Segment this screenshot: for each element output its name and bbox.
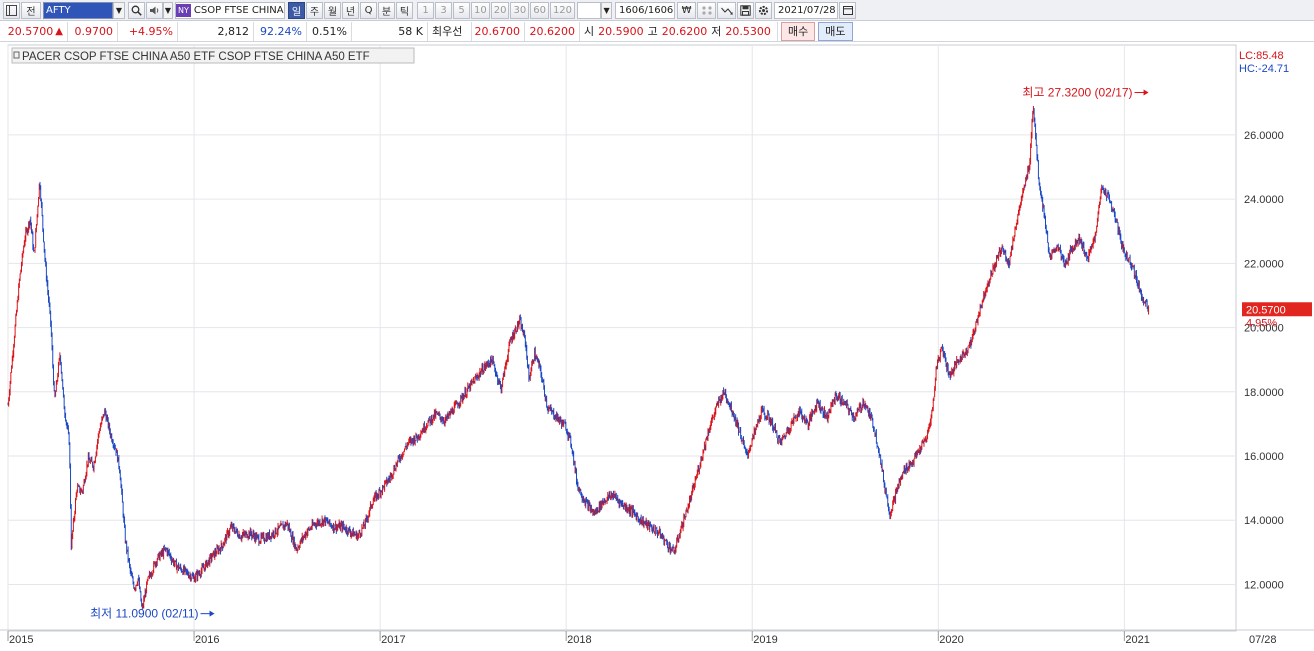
x-tick-label: 2019 [753,634,777,646]
interval-custom-input[interactable] [577,1,602,19]
current-price: 20.5700 ▲ [0,21,68,41]
high-annotation: 최고 27.3200 (02/17) [1022,86,1132,100]
instrument-name-box: NY CSOP FTSE CHINA [175,1,285,19]
best-ask: 20.6700 [472,21,525,41]
y-tick-label: 26.0000 [1244,130,1284,142]
layout-icon[interactable] [3,1,20,19]
low-label: 저 [711,25,722,38]
y-tick-label: 14.0000 [1244,515,1284,527]
buy-button[interactable]: 매수 [781,21,816,41]
crosshair-icon[interactable] [697,1,717,19]
interval-20-button[interactable]: 20 [490,1,510,19]
best-quote-label: 최우선 [428,21,472,41]
interval-10-button[interactable]: 10 [471,1,490,19]
high-label: 고 [647,25,658,38]
interval-60-button[interactable]: 60 [530,1,549,19]
period-year-button[interactable]: 년 [342,1,359,19]
last-date-label: 07/28 [1249,634,1277,646]
date-input[interactable]: 2021/07/28 [774,1,839,19]
chart-toolbar: 전 AFTY ▼ ▼ NY CSOP FTSE CHINA 일 주 월 년 Q … [0,0,1314,21]
sound-icon[interactable] [146,1,163,19]
open-value: 20.5900 [598,24,644,38]
save-icon[interactable] [737,1,755,19]
instrument-name: CSOP FTSE CHINA [193,4,284,16]
x-tick-label: 2015 [9,634,33,646]
high-value: 20.6200 [661,24,708,38]
volume-ratio: 92.24% [254,21,307,41]
bar-count-input[interactable]: 1606/1606 [615,1,676,19]
current-pct-tag: 4.95% [1246,317,1277,329]
symbol-dropdown-icon[interactable]: ▼ [113,1,125,19]
y-tick-label: 18.0000 [1244,387,1284,399]
volume: 2,812 [178,21,254,41]
calendar-icon[interactable] [839,1,857,19]
lc-label: LC:85.48 [1239,50,1284,62]
currency-won-button[interactable]: ₩ [677,1,697,19]
y-tick-label: 16.0000 [1244,451,1284,463]
interval-30-button[interactable]: 30 [510,1,530,19]
quote-bar: 20.5700 ▲ 0.9700 +4.95% 2,812 92.24% 0.51… [0,21,1314,42]
current-price-tag-text: 20.5700 [1246,304,1286,316]
period-day-button[interactable]: 일 [288,1,305,19]
price-change: 0.9700 [68,21,118,41]
y-axis-labels: 12.000014.000016.000018.000020.000022.00… [1244,130,1284,592]
trade-amount: 58 K [352,21,428,41]
y-tick-label: 12.0000 [1244,579,1284,591]
search-icon[interactable] [128,1,145,19]
symbol-input[interactable]: AFTY [43,1,113,19]
period-quarter-button[interactable]: Q [360,1,377,19]
interval-dropdown-icon[interactable]: ▼ [601,1,613,19]
interval-3-button[interactable]: 3 [435,1,452,19]
x-axis-labels: 2015 2016 2017 2018 2019 2020 2021 [7,631,1150,646]
period-tick-button[interactable]: 틱 [396,1,413,19]
turnover-rate: 0.51% [307,21,352,41]
low-annotation: 최저 11.0900 (02/11) [90,607,198,621]
low-value: 20.5300 [725,24,771,38]
open-label: 시 [584,25,595,38]
x-tick-label: 2021 [1125,634,1149,646]
chart-type-icon[interactable] [717,1,737,19]
x-tick-label: 2020 [939,634,963,646]
hc-label: HC:-24.71 [1239,63,1289,75]
period-month-button[interactable]: 월 [324,1,341,19]
plot-area [7,44,1237,632]
ohl-group: 시 20.5900 고 20.6200 저 20.5300 [580,21,778,41]
chart-title: PACER CSOP FTSE CHINA A50 ETF CSOP FTSE … [22,51,370,63]
x-tick-label: 2017 [381,634,405,646]
best-bid: 20.6200 [525,21,580,41]
period-minute-button[interactable]: 분 [378,1,395,19]
mode-button[interactable]: 전 [21,1,41,19]
x-tick-label: 2018 [567,634,591,646]
sound-dropdown-icon[interactable]: ▼ [163,1,173,19]
period-week-button[interactable]: 주 [306,1,323,19]
up-arrow-icon: ▲ [55,25,63,37]
interval-1-button[interactable]: 1 [417,1,434,19]
price-change-pct: +4.95% [118,21,178,41]
gear-icon[interactable] [755,1,773,19]
interval-120-button[interactable]: 120 [549,1,576,19]
x-tick-label: 2016 [195,634,219,646]
price-chart[interactable]: 12.000014.000016.000018.000020.000022.00… [0,43,1314,651]
exchange-badge: NY [176,3,191,17]
y-tick-label: 22.0000 [1244,258,1284,270]
interval-5-button[interactable]: 5 [453,1,470,19]
y-tick-label: 24.0000 [1244,194,1284,206]
sell-button[interactable]: 매도 [818,21,853,41]
